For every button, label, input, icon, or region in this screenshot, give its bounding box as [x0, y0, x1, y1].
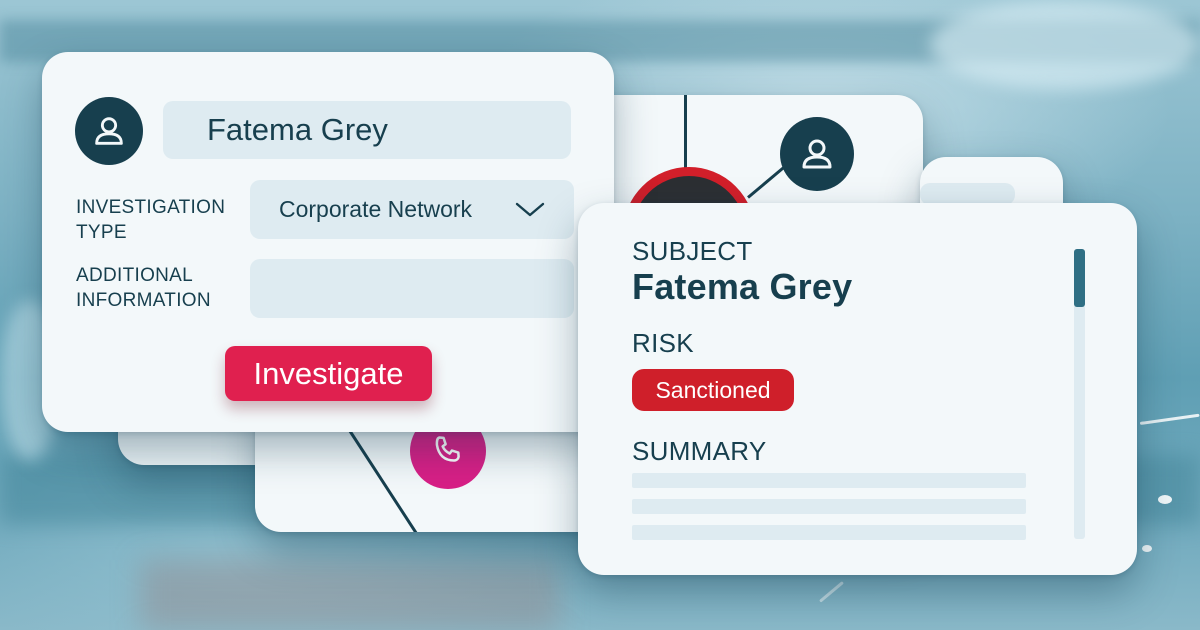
investigate-button[interactable]: Investigate	[225, 346, 432, 401]
risk-label: RISK	[632, 328, 694, 358]
phone-icon	[435, 436, 460, 462]
investigation-type-select[interactable]: Corporate Network	[250, 180, 574, 239]
summary-text-line	[632, 473, 1026, 488]
summary-text-line	[632, 525, 1026, 540]
avatar	[75, 97, 143, 165]
background-glow	[930, 0, 1200, 90]
background-dot	[1142, 545, 1152, 552]
stacked-card-field	[920, 183, 1015, 205]
name-input-value: Fatema Grey	[207, 112, 388, 147]
name-input[interactable]: Fatema Grey	[163, 101, 571, 159]
scrollbar-track[interactable]	[1074, 249, 1085, 539]
background-streak	[819, 581, 844, 603]
person-node[interactable]	[780, 117, 854, 191]
graph-edge	[345, 425, 420, 532]
subject-profile-card: SUBJECT Fatema Grey RISK Sanctioned SUMM…	[578, 203, 1137, 575]
chevron-down-icon	[515, 202, 545, 217]
investigation-form-card: Fatema Grey INVESTIGATION TYPE Corporate…	[42, 52, 614, 432]
graph-edge	[747, 165, 786, 199]
risk-badge: Sanctioned	[632, 369, 794, 411]
summary-label: SUMMARY	[632, 436, 767, 466]
investigation-type-label: INVESTIGATION TYPE	[76, 197, 226, 243]
user-icon	[95, 117, 123, 145]
graph-edge	[684, 95, 687, 175]
investigation-type-value: Corporate Network	[279, 196, 473, 222]
background-dot	[1158, 495, 1172, 504]
user-icon	[802, 139, 832, 169]
subject-label: SUBJECT	[632, 236, 753, 266]
summary-text-line	[632, 499, 1026, 514]
background-band	[140, 560, 560, 630]
background-streak	[1139, 413, 1200, 425]
scrollbar-thumb[interactable]	[1074, 249, 1085, 307]
additional-info-input[interactable]	[250, 259, 574, 318]
subject-name: Fatema Grey	[632, 266, 853, 307]
additional-info-label: ADDITIONAL INFORMATION	[76, 265, 211, 311]
